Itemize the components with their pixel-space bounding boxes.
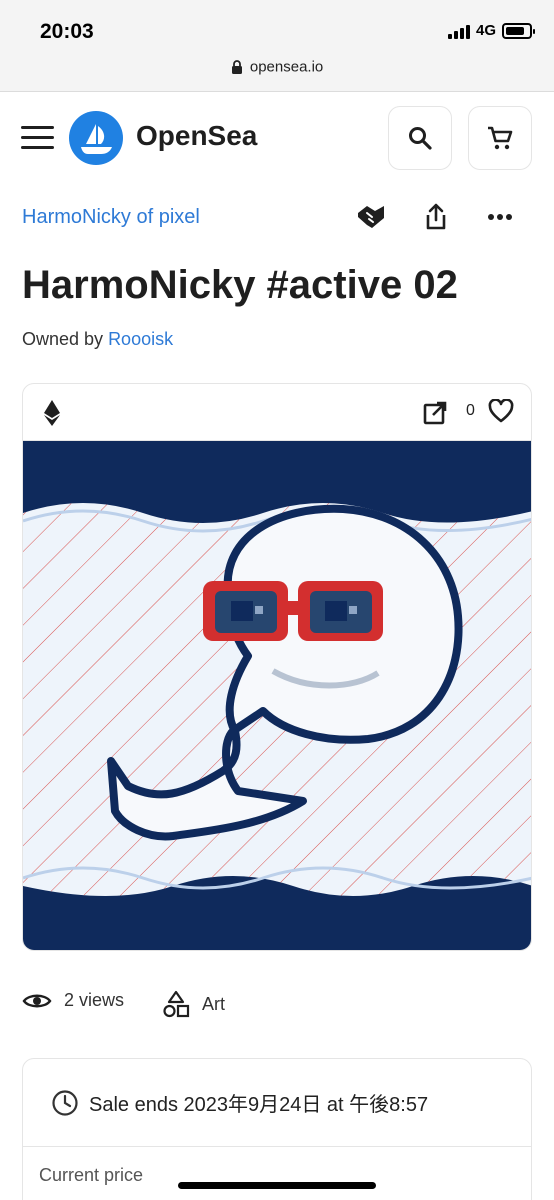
sale-ends-text: Sale ends 2023年9月24日 at 午後8:57: [89, 1094, 429, 1116]
nft-card: 0: [22, 383, 532, 951]
cart-button[interactable]: [468, 106, 532, 170]
url-text: opensea.io: [249, 58, 324, 76]
lock-icon: [231, 60, 242, 75]
search-icon: [409, 127, 432, 150]
home-indicator[interactable]: [178, 1182, 376, 1189]
sale-panel: Sale ends 2023年9月24日 at 午後8:57 Current p…: [22, 1058, 532, 1200]
network-label: 4G: [475, 22, 496, 39]
brand-name[interactable]: OpenSea: [136, 120, 257, 152]
sale-ends-row: Sale ends 2023年9月24日 at 午後8:57: [23, 1059, 531, 1147]
more-icon[interactable]: [483, 200, 517, 234]
cart-icon: [488, 126, 513, 150]
clock-icon: [52, 1089, 78, 1116]
category-label: Art: [202, 993, 226, 1014]
battery-icon: [502, 22, 535, 39]
like-count: 0: [466, 402, 475, 419]
opensea-logo[interactable]: [69, 111, 123, 165]
site-header: OpenSea: [0, 92, 554, 184]
owner-link[interactable]: Roooisk: [108, 329, 173, 349]
item-title: HarmoNicky #active 02: [22, 263, 458, 307]
eye-icon: [22, 994, 52, 1007]
card-toolbar: 0: [23, 384, 531, 441]
shapes-icon: [163, 990, 190, 1018]
status-indicators: 4G: [447, 22, 535, 39]
search-button[interactable]: [388, 106, 452, 170]
ethereum-icon: [44, 400, 60, 426]
status-bar: 20:03 4G opensea.io: [0, 0, 554, 92]
external-link-icon[interactable]: [423, 401, 447, 425]
offer-icon[interactable]: [354, 200, 388, 234]
current-price-label: Current price: [39, 1165, 144, 1185]
nft-artwork[interactable]: [23, 441, 532, 951]
heart-icon[interactable]: [488, 399, 514, 423]
owned-by-label: Owned by: [22, 329, 104, 349]
collection-link[interactable]: HarmoNicky of pixel: [22, 206, 200, 229]
menu-icon[interactable]: [21, 126, 54, 150]
share-icon[interactable]: [419, 200, 453, 234]
status-time: 20:03: [40, 20, 94, 43]
views-info: 2 views: [22, 990, 124, 1011]
signal-icon: [447, 23, 470, 39]
url-bar[interactable]: opensea.io: [0, 58, 554, 76]
owned-by: Owned by Roooisk: [22, 329, 173, 350]
category-info[interactable]: Art: [162, 990, 225, 1018]
views-count: 2 views: [64, 990, 125, 1010]
